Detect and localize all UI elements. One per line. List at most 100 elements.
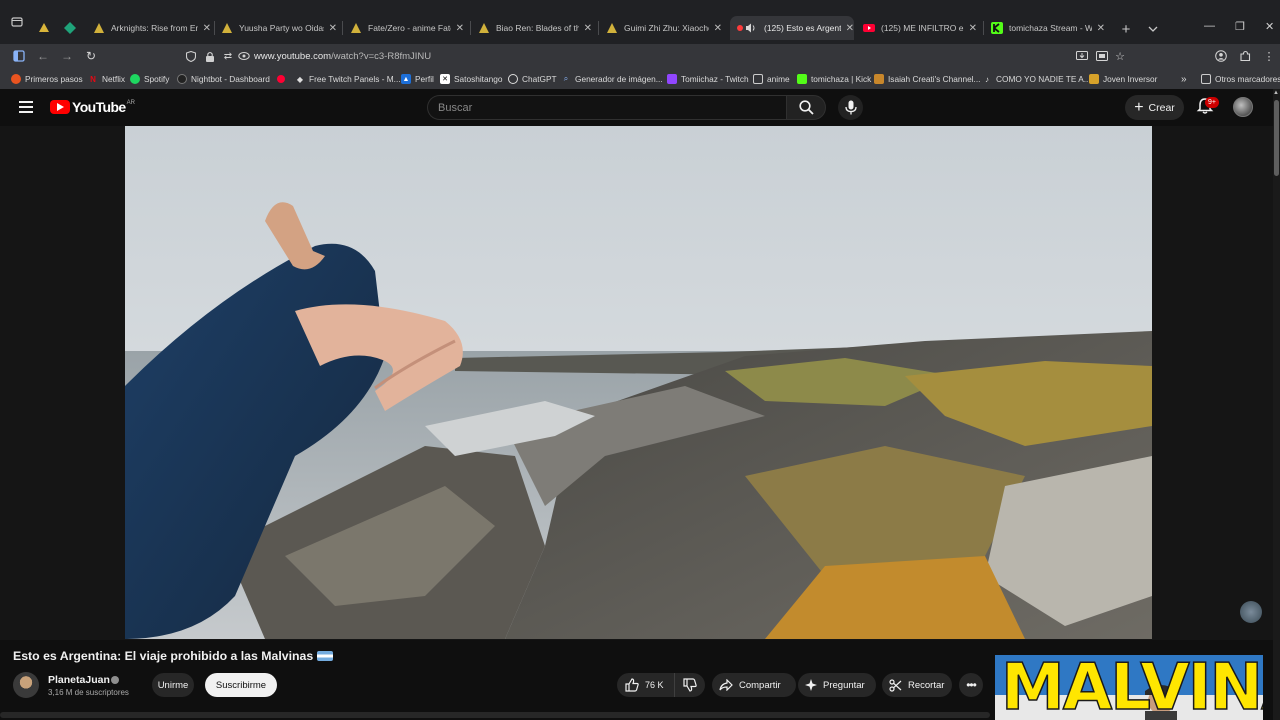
scroll-thumb[interactable] <box>1274 100 1279 176</box>
profile-icon[interactable] <box>1214 49 1228 63</box>
bookmark-label: ChatGPT <box>522 74 557 84</box>
bookmark-label: Satoshitango <box>454 74 503 84</box>
dislike-button[interactable] <box>675 673 705 697</box>
site-settings-icon[interactable]: ⇄ <box>222 50 234 62</box>
tab-me-infiltro[interactable]: (125) ME INFILTRO en un ✕ <box>863 16 977 40</box>
more-bookmarks-icon[interactable]: » <box>1181 73 1187 85</box>
create-button[interactable]: + Crear <box>1125 95 1184 120</box>
window-close-icon[interactable]: ✕ <box>1265 20 1274 33</box>
tracking-eye-icon[interactable] <box>238 50 250 62</box>
like-dislike-group: 76 K <box>617 673 705 697</box>
tab-yuusha-party[interactable]: Yuusha Party wo Oidasare ✕ <box>221 16 337 40</box>
bookmark-item[interactable]: ✕ Satoshitango <box>440 73 502 85</box>
recommended-video-thumbnail[interactable]: MALVINAS <box>995 655 1263 720</box>
more-actions-button[interactable]: ••• <box>959 673 983 697</box>
bookmark-item[interactable]: anime <box>753 73 790 85</box>
scroll-up-arrow-icon[interactable]: ▲ <box>1273 90 1279 96</box>
shield-icon[interactable] <box>185 50 197 62</box>
lock-icon[interactable] <box>204 50 216 62</box>
panel-icon: ◆ <box>296 74 304 84</box>
bookmark-item[interactable] <box>277 73 289 85</box>
tab-arknights[interactable]: Arknights: Rise from Emb ✕ <box>93 16 211 40</box>
extensions-puzzle-icon[interactable] <box>1238 49 1252 63</box>
tab-tomichaza-stream[interactable]: tomichaza Stream - Watc ✕ <box>991 16 1105 40</box>
join-button[interactable]: Unirme <box>152 673 194 697</box>
share-button[interactable]: Compartir <box>712 673 796 697</box>
bookmark-item[interactable]: ♪ COMO YO NADIE TE A... <box>982 73 1091 85</box>
close-icon[interactable]: ✕ <box>203 23 211 34</box>
install-app-icon[interactable] <box>1075 49 1089 63</box>
back-arrow-icon[interactable]: ← <box>36 49 50 63</box>
account-avatar[interactable] <box>1233 97 1253 117</box>
subscribe-button[interactable]: Suscribirme <box>205 673 277 697</box>
youtube-logo[interactable]: YouTube AR <box>50 99 135 115</box>
tab-title: Yuusha Party wo Oidasare <box>239 23 324 33</box>
close-icon[interactable]: ✕ <box>846 23 854 34</box>
youtube-icon <box>863 22 875 34</box>
profile-card-icon: ▲ <box>401 74 411 84</box>
youtube-icon <box>277 75 285 83</box>
bookmark-item[interactable]: Spotify <box>130 73 169 85</box>
close-icon[interactable]: ✕ <box>969 23 977 34</box>
search-input[interactable] <box>428 96 786 119</box>
bookmark-item[interactable]: ⌕ Generador de imágen... <box>561 73 663 85</box>
bookmark-item[interactable]: Nightbot - Dashboard <box>177 73 270 85</box>
logo-text: YouTube <box>72 99 126 115</box>
microphone-icon <box>844 100 857 115</box>
new-tab-icon[interactable]: + <box>1118 21 1134 38</box>
page-scrollbar[interactable] <box>1273 89 1280 720</box>
tab-search-icon[interactable] <box>9 14 25 30</box>
folder-icon <box>753 74 763 84</box>
video-title: Esto es Argentina: El viaje prohibido a … <box>13 649 334 663</box>
minimize-icon[interactable]: — <box>1204 20 1215 32</box>
voice-search-button[interactable] <box>838 95 863 120</box>
search-box <box>427 95 786 120</box>
joven-inversor-icon <box>1089 74 1099 84</box>
tab-fate-zero[interactable]: Fate/Zero - anime Fate/Z ✕ <box>350 16 464 40</box>
close-icon[interactable]: ✕ <box>714 23 722 34</box>
tab-pinned-2[interactable] <box>64 16 84 40</box>
tab-pinned-1[interactable] <box>38 16 58 40</box>
like-button[interactable]: 76 K <box>617 673 675 697</box>
bookmark-item[interactable]: Tomiichaz - Twitch <box>667 73 749 85</box>
bookmarks-bar: Primeros pasos N Netflix Spotify Nightbot… <box>0 69 1280 89</box>
thumbnail-text: MALVINAS <box>1000 655 1263 720</box>
bookmark-item[interactable]: tomichaza | Kick <box>797 73 871 85</box>
video-player[interactable] <box>125 126 1152 639</box>
restore-icon[interactable]: ❐ <box>1235 20 1245 33</box>
green-diamond-icon <box>64 22 76 34</box>
bookmark-item[interactable]: N Netflix <box>88 73 125 85</box>
bookmark-item[interactable]: Isaiah Creati's Channel... <box>874 73 980 85</box>
ask-button[interactable]: Preguntar <box>798 673 876 697</box>
hamburger-menu-icon[interactable] <box>19 101 33 113</box>
tab-guimi-zhi-zhu[interactable]: Guimi Zhi Zhu: Xiaochou ✕ <box>606 16 722 40</box>
clip-button[interactable]: Recortar <box>882 673 952 697</box>
kick-icon <box>797 74 807 84</box>
close-icon[interactable]: ✕ <box>1097 23 1105 34</box>
close-icon[interactable]: ✕ <box>584 23 592 34</box>
bookmark-item[interactable]: Primeros pasos <box>11 73 83 85</box>
bookmark-item[interactable]: Joven Inversor <box>1089 73 1157 85</box>
bookmark-item[interactable]: ChatGPT <box>508 73 557 85</box>
channel-avatar[interactable] <box>13 672 39 698</box>
search-button[interactable] <box>786 95 826 120</box>
bookmark-item[interactable]: ▲ Perfil <box>401 73 434 85</box>
sidebar-toggle-icon[interactable] <box>12 49 26 63</box>
reload-icon[interactable]: ↻ <box>84 49 98 63</box>
browser-menu-icon[interactable]: ⋮ <box>1262 49 1276 63</box>
channel-name[interactable]: PlanetaJuan <box>48 674 110 686</box>
tab-esto-es-argentina[interactable]: (125) Esto es Argenti ✕ <box>730 16 854 40</box>
cast-icon[interactable] <box>1095 49 1109 63</box>
close-icon[interactable]: ✕ <box>329 23 337 34</box>
bookmark-item[interactable]: ◆ Free Twitch Panels - M... <box>295 73 401 85</box>
bookmark-star-icon[interactable]: ☆ <box>1113 49 1127 63</box>
bookmark-item[interactable]: Otros marcadores <box>1201 73 1280 85</box>
tab-biao-ren[interactable]: Biao Ren: Blades of the G ✕ <box>478 16 592 40</box>
floating-avatar[interactable] <box>1240 601 1262 623</box>
address-bar[interactable]: ⇄ www.youtube.com/watch?v=c3-R8fmJINU <box>180 46 1130 67</box>
forward-arrow-icon[interactable]: → <box>60 49 74 63</box>
close-icon[interactable]: ✕ <box>456 23 464 34</box>
netflix-icon: N <box>90 74 96 84</box>
tab-list-chevron-icon[interactable] <box>1145 21 1161 37</box>
crunchyroll-like-icon <box>478 22 490 34</box>
